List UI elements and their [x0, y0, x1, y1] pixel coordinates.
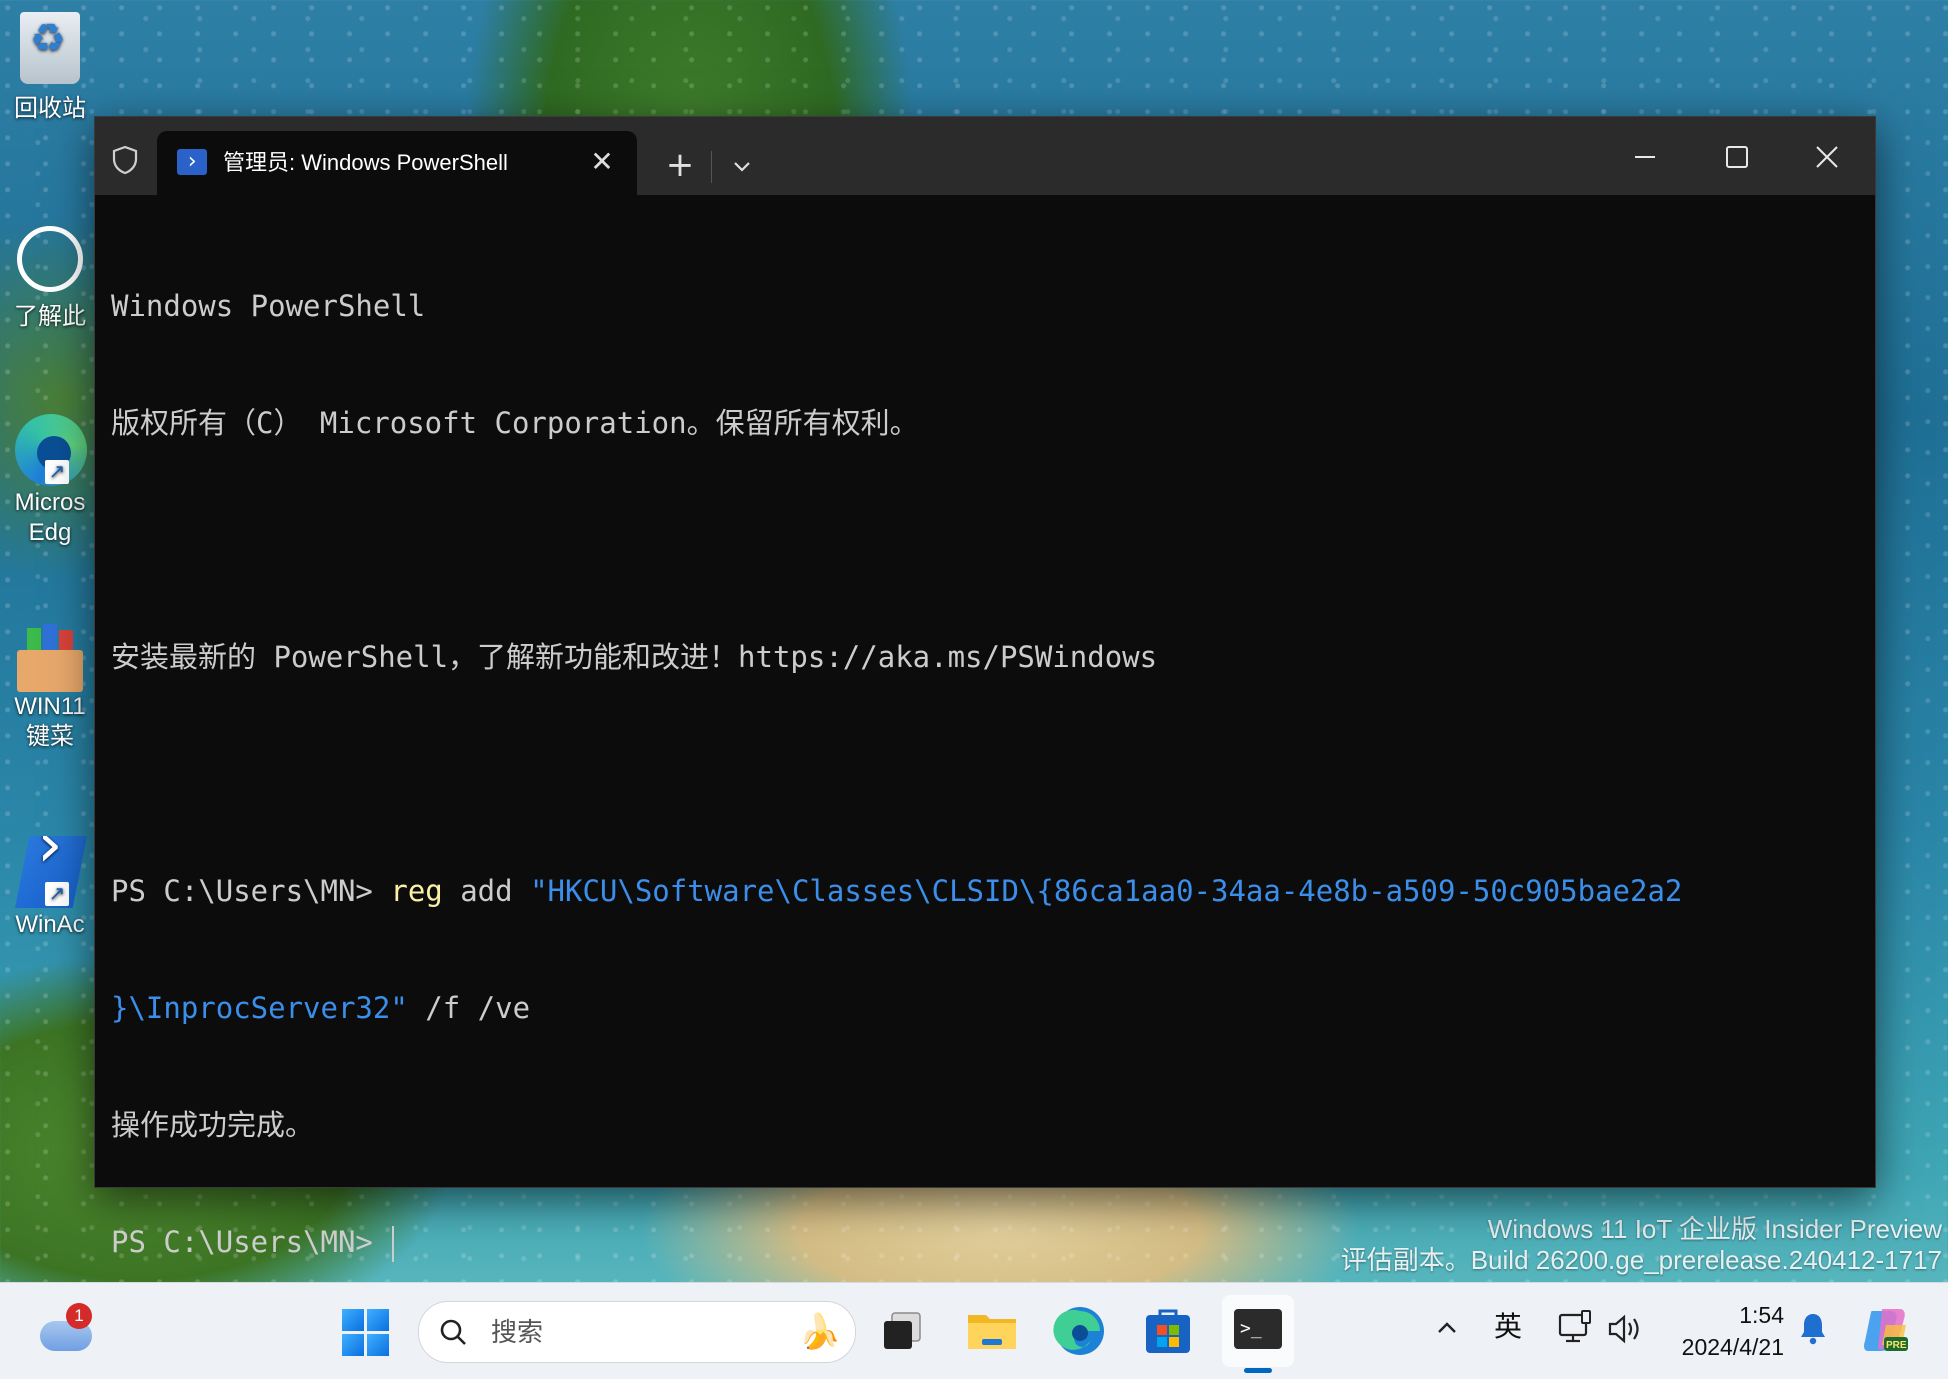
text-cursor	[392, 1226, 395, 1262]
admin-shield-icon	[112, 145, 138, 175]
archive-box-icon	[13, 622, 87, 692]
weather-widget-button[interactable]: 1	[38, 1303, 96, 1357]
tab-close-button[interactable]: ✕	[583, 143, 621, 181]
tab-title: 管理员: Windows PowerShell	[223, 150, 508, 175]
microsoft-store-icon[interactable]	[1140, 1303, 1196, 1359]
console-line: Windows PowerShell	[111, 289, 426, 323]
terminal-window[interactable]: › 管理员: Windows PowerShell ✕ + Windows Po…	[94, 116, 1876, 1262]
command-keyword: reg	[390, 874, 443, 908]
tab-powershell[interactable]: › 管理员: Windows PowerShell ✕	[157, 131, 637, 195]
recycle-bin-icon	[20, 12, 80, 84]
desktop-icon-label: WIN11	[14, 693, 86, 720]
clock-date: 2024/4/21	[1681, 1334, 1784, 1360]
active-app-indicator	[1244, 1368, 1272, 1373]
shortcut-arrow-icon: ↗	[45, 882, 69, 906]
network-icon[interactable]	[1556, 1309, 1594, 1347]
winac-shortcut-glyph: ↗	[15, 836, 87, 908]
search-placeholder: 搜索	[491, 1317, 544, 1347]
prompt: PS C:\Users\MN>	[111, 874, 391, 908]
console-line: 安装最新的 PowerShell，了解新功能和改进！https://aka.ms…	[111, 640, 1158, 674]
maximize-button[interactable]	[1699, 131, 1775, 183]
chevron-up-icon[interactable]	[1432, 1313, 1462, 1343]
desktop-icon-label: Edg	[28, 519, 72, 546]
console-line: 版权所有（C） Microsoft Corporation。保留所有权利。	[111, 406, 919, 440]
minimize-button[interactable]	[1607, 131, 1683, 183]
command-line-continued: }\InprocServer32" /f /ve	[111, 989, 1859, 1028]
command-result: 操作成功完成。	[111, 1108, 315, 1142]
copilot-icon[interactable]: PRE	[1860, 1305, 1910, 1355]
svg-text:PRE: PRE	[1886, 1340, 1907, 1351]
volume-icon[interactable]	[1606, 1311, 1644, 1347]
notification-badge: 1	[66, 1303, 92, 1329]
new-tab-button[interactable]: +	[657, 145, 703, 189]
desktop-icon-label: 了解此	[14, 303, 86, 330]
active-prompt-line[interactable]: PS C:\Users\MN>	[111, 1223, 1859, 1262]
close-button[interactable]	[1789, 131, 1865, 183]
shortcut-arrow-icon: ↗	[45, 460, 69, 484]
notification-bell-icon[interactable]	[1798, 1311, 1828, 1345]
command-line: PS C:\Users\MN> reg add "HKCU\Software\C…	[111, 872, 1859, 911]
command-args: add	[442, 874, 531, 908]
prompt: PS C:\Users\MN>	[111, 1225, 391, 1259]
search-box[interactable]: 搜索 🍌	[418, 1301, 856, 1363]
task-view-button[interactable]	[876, 1303, 932, 1359]
command-flags: /f /ve	[407, 991, 531, 1025]
desktop-icon-win11-menu[interactable]: WIN11 键菜	[0, 622, 100, 752]
command-string: }\InprocServer32"	[111, 991, 408, 1025]
taskbar: 1 搜索 🍌 >_ 英 1:54 2024/4/21 PRE	[0, 1282, 1948, 1379]
title-bar[interactable]: › 管理员: Windows PowerShell ✕ +	[95, 117, 1875, 195]
search-highlight-icon: 🍌	[798, 1312, 841, 1352]
windows-logo-icon	[342, 1309, 364, 1331]
desktop-icon-learn[interactable]: 了解此	[0, 226, 100, 332]
command-string: "HKCU\Software\Classes\CLSID\{86ca1aa0-3…	[530, 874, 1683, 908]
file-explorer-icon[interactable]	[964, 1303, 1020, 1359]
desktop-icon-label: 键菜	[26, 723, 74, 750]
search-icon	[440, 1319, 466, 1345]
desktop-icon-edge[interactable]: ↗ Micros Edg	[0, 414, 100, 548]
edge-shortcut-glyph: ↗	[15, 414, 87, 486]
input-method-indicator[interactable]: 英	[1494, 1309, 1522, 1345]
terminal-taskbar-button[interactable]: >_	[1222, 1295, 1294, 1373]
desktop-icon-label: Micros	[14, 489, 86, 516]
system-clock[interactable]: 1:54 2024/4/21	[1662, 1299, 1784, 1363]
terminal-icon: >_	[1234, 1309, 1282, 1349]
learn-about-picture-icon	[17, 226, 83, 292]
divider	[711, 151, 712, 183]
powershell-tab-icon: ›	[177, 149, 207, 175]
clock-time: 1:54	[1739, 1302, 1784, 1328]
desktop-icon-recycle-bin[interactable]: 回收站	[0, 12, 100, 124]
desktop-icon-label: 回收站	[14, 95, 86, 122]
desktop-icon-label: WinAc	[15, 911, 85, 938]
edge-icon[interactable]	[1052, 1303, 1108, 1359]
chevron-down-icon[interactable]	[719, 145, 765, 189]
desktop-icon-winac[interactable]: ↗ WinAc	[0, 836, 100, 940]
start-button[interactable]	[342, 1309, 390, 1357]
console-output[interactable]: Windows PowerShell 版权所有（C） Microsoft Cor…	[111, 209, 1859, 1340]
